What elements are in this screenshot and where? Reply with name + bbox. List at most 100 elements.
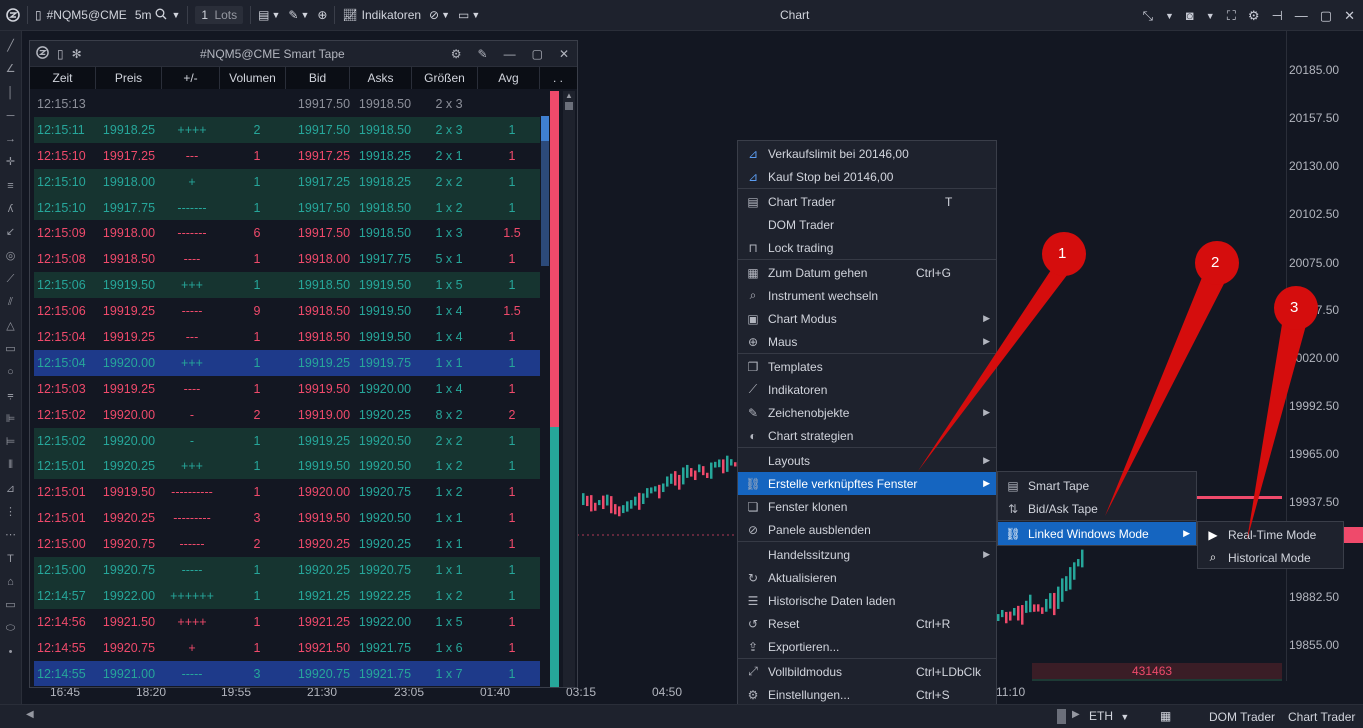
- gear-icon[interactable]: ⚙: [451, 47, 462, 61]
- indicators-button[interactable]: 📈︎ Indikatoren: [338, 0, 425, 31]
- menu-item[interactable]: ⇪ Exportieren...: [738, 635, 996, 658]
- table-row[interactable]: 12:15:04 19920.00 +++ 1 19919.25 19919.75 1 x …: [34, 349, 540, 376]
- comment-button[interactable]: ▤ ▼: [254, 0, 284, 31]
- submenu-item[interactable]: ⇅ Bid/Ask Tape: [998, 497, 1196, 520]
- table-row[interactable]: 12:14:55 19921.00 ----- 3 19920.75 19921.75 1 …: [34, 660, 540, 687]
- table-row[interactable]: 12:15:13 19917.50 19918.50 2 x 3: [34, 91, 540, 117]
- menu-item[interactable]: ▤ Chart Trader T: [738, 190, 996, 213]
- dom-trader-button[interactable]: DOM Trader: [1209, 710, 1275, 724]
- submenu-item[interactable]: ⌕ Historical Mode: [1198, 546, 1343, 569]
- menu-item[interactable]: Layouts ▶: [738, 449, 996, 472]
- pin-icon[interactable]: ⊣: [1271, 8, 1282, 24]
- ray-icon[interactable]: ↙: [3, 221, 19, 244]
- circle-icon[interactable]: ○: [3, 361, 19, 384]
- submenu-item[interactable]: ⛓ Linked Windows Mode ▶: [998, 522, 1196, 545]
- maximize-icon[interactable]: ▢: [1320, 8, 1332, 24]
- col-header[interactable]: +/-: [162, 67, 220, 89]
- table-row[interactable]: 12:15:00 19920.75 ----- 1 19920.25 19920.75 1 …: [34, 557, 540, 583]
- menu-item[interactable]: ✎ Zeichenobjekte ▶: [738, 401, 996, 424]
- menu-item[interactable]: ❏ Fenster klonen: [738, 495, 996, 518]
- page-icon[interactable]: ▯: [57, 47, 64, 61]
- table-row[interactable]: 12:15:03 19919.25 ---- 1 19919.50 19920.00 1 x…: [34, 375, 540, 402]
- menu-item[interactable]: Handelssitzung ▶: [738, 543, 996, 566]
- col-header[interactable]: Volumen: [220, 67, 286, 89]
- cross-icon[interactable]: ✛: [3, 151, 19, 174]
- camera-icon[interactable]: ◙: [1186, 8, 1194, 23]
- submenu-item[interactable]: ▶ Real-Time Mode: [1198, 523, 1343, 546]
- minimize-icon[interactable]: —: [504, 47, 516, 61]
- col-header[interactable]: Asks: [350, 67, 412, 89]
- menu-item[interactable]: ▣ Chart Modus ▶: [738, 307, 996, 330]
- projection-icon[interactable]: ⊿: [3, 478, 19, 501]
- expand-arrows-icon[interactable]: ⤡: [1143, 8, 1153, 24]
- submenu-item[interactable]: ▤ Smart Tape: [998, 474, 1196, 497]
- col-header[interactable]: . .: [540, 67, 576, 89]
- zoom-button[interactable]: ⊕: [313, 0, 331, 31]
- app-logo-icon[interactable]: [0, 0, 24, 31]
- table-row[interactable]: 12:14:56 19921.50 ++++ 1 19921.25 19922.00 1 x…: [34, 608, 540, 635]
- menu-item[interactable]: DOM Trader: [738, 213, 996, 236]
- table-row[interactable]: 12:15:01 19920.25 +++ 1 19919.50 19920.50 1 x …: [34, 453, 540, 480]
- arrow-icon[interactable]: →: [3, 128, 19, 151]
- ruler-icon[interactable]: ⟋: [3, 268, 19, 291]
- fib-icon[interactable]: ⩦: [3, 384, 19, 407]
- menu-item[interactable]: ⊕ Maus ▶: [738, 330, 996, 353]
- gear-icon[interactable]: ⚙: [1248, 8, 1260, 24]
- table-row[interactable]: 12:15:10 19917.25 --- 1 19917.25 19918.25 2 x …: [34, 142, 540, 169]
- table-row[interactable]: 12:15:00 19920.75 ------ 2 19920.25 19920.25 1…: [34, 531, 540, 558]
- menu-item[interactable]: ☰ Historische Daten laden: [738, 589, 996, 612]
- smart-tape-window[interactable]: ▯ ✻ #NQM5@CME Smart Tape ⚙ ✎ — ▢ ✕ Zeit …: [29, 40, 578, 688]
- vertical-line-icon[interactable]: │: [3, 82, 19, 105]
- curve-icon[interactable]: ʎ: [3, 198, 19, 221]
- table-row[interactable]: 12:15:02 19920.00 - 2 19919.00 19920.25 8 x 2 2: [34, 401, 540, 428]
- close-icon[interactable]: ✕: [1344, 8, 1355, 24]
- tape-scrollbar[interactable]: ▲ ▼: [563, 91, 575, 687]
- menu-item[interactable]: ⚙ Einstellungen... Ctrl+S: [738, 683, 996, 706]
- col-header[interactable]: Zeit: [30, 67, 96, 89]
- menu-item[interactable]: ◐ Chart strategien: [738, 424, 996, 447]
- menu-item[interactable]: ⛓ Erstelle verknüpftes Fenster ▶: [738, 472, 996, 495]
- col-header[interactable]: Avg: [478, 67, 540, 89]
- layout-button[interactable]: ▭ ▼: [454, 0, 484, 31]
- angle-icon[interactable]: ∠: [3, 58, 19, 81]
- scroll-left-icon[interactable]: ◀: [26, 709, 34, 720]
- menu-item[interactable]: ⌕ Instrument wechseln: [738, 284, 996, 307]
- table-row[interactable]: 12:14:57 19922.00 ++++++ 1 19921.25 19922.25 1…: [34, 582, 540, 609]
- measure-icon[interactable]: ⋮: [3, 501, 19, 524]
- tape-titlebar[interactable]: ▯ ✻ #NQM5@CME Smart Tape ⚙ ✎ — ▢ ✕: [30, 41, 577, 67]
- tag-icon[interactable]: ⌂: [3, 571, 19, 594]
- table-row[interactable]: 12:15:08 19918.50 ---- 1 19918.00 19917.75 5 x…: [34, 246, 540, 273]
- chart-trader-button[interactable]: Chart Trader: [1288, 710, 1355, 724]
- symbol-selector[interactable]: ▯ #NQM5@CME: [31, 0, 131, 31]
- chevron-down-icon[interactable]: ▼: [1165, 11, 1174, 21]
- session-selector[interactable]: ETH ▼: [1089, 709, 1129, 723]
- chevron-down-icon[interactable]: ▼: [1206, 11, 1215, 21]
- table-row[interactable]: 12:15:06 19919.50 +++ 1 19918.50 19919.50 1 x …: [34, 272, 540, 299]
- pin-icon[interactable]: ✎: [478, 47, 488, 61]
- scroll-right-icon[interactable]: ▶: [1072, 709, 1080, 720]
- menu-item[interactable]: ↻ Aktualisieren: [738, 566, 996, 589]
- menu-item[interactable]: ⊿ Kauf Stop bei 20146,00: [738, 165, 996, 188]
- table-row[interactable]: 12:15:06 19919.25 ----- 9 19918.50 19919.50 1 …: [34, 298, 540, 325]
- snowflake-icon[interactable]: ✻: [72, 47, 82, 61]
- volume-profile-icon[interactable]: ⫴: [3, 454, 19, 477]
- table-row[interactable]: 12:15:04 19919.25 --- 1 19918.50 19919.50 1 x …: [34, 324, 540, 350]
- menu-item[interactable]: ⟋ Indikatoren: [738, 378, 996, 401]
- col-header[interactable]: Preis: [96, 67, 162, 89]
- calendar-icon[interactable]: ▦: [1160, 709, 1171, 723]
- channel-icon[interactable]: ⫽: [3, 291, 19, 314]
- draw-button[interactable]: ✎ ▼: [284, 0, 313, 31]
- crosshair-button[interactable]: ⊘ ▼: [425, 0, 454, 31]
- gann-icon[interactable]: ⊨: [3, 431, 19, 454]
- menu-item[interactable]: ⊓ Lock trading: [738, 236, 996, 259]
- table-row[interactable]: 12:15:01 19920.25 --------- 3 19919.50 19920.…: [34, 505, 540, 532]
- dot-icon[interactable]: •: [3, 641, 19, 664]
- table-row[interactable]: 12:15:02 19920.00 - 1 19919.25 19920.50 2 x 2 1: [34, 427, 540, 454]
- timeframe-selector[interactable]: 5m ▼: [131, 0, 185, 31]
- close-icon[interactable]: ✕: [559, 47, 569, 61]
- menu-item[interactable]: ⊿ Verkaufslimit bei 20146,00: [738, 142, 996, 165]
- col-header[interactable]: Bid: [286, 67, 350, 89]
- bubble-icon[interactable]: ⬭: [3, 617, 19, 640]
- trend-line-icon[interactable]: ╱: [3, 35, 19, 58]
- table-row[interactable]: 12:14:55 19920.75 +1 19921.50 19921.75 1 x 6 1: [34, 634, 540, 661]
